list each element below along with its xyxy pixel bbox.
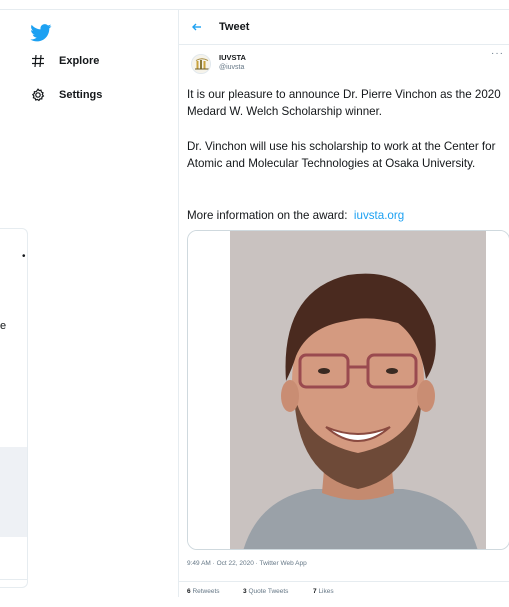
- page-title: Tweet: [219, 21, 250, 33]
- likes-count[interactable]: 7 Likes: [313, 588, 334, 595]
- tweet-column: Tweet IUVSTA @iuvsta ··· It is our pleas…: [178, 10, 509, 597]
- tweet-paragraph: Dr. Vinchon will use his scholarship to …: [187, 140, 496, 170]
- author-name[interactable]: IUVSTA: [219, 53, 246, 62]
- sidebar-item-label: Explore: [59, 55, 100, 67]
- retweets-count[interactable]: 6 Retweets: [187, 588, 220, 595]
- likes-number: 7: [313, 588, 317, 595]
- iuvsta-logo-icon: [192, 55, 210, 73]
- quote-label: Quote Tweets: [248, 588, 289, 595]
- twitter-bird-icon[interactable]: [30, 24, 52, 42]
- tweet-stats: 6 Retweets 3 Quote Tweets 7 Likes: [179, 581, 509, 604]
- gear-icon: [30, 87, 46, 103]
- tweet-meta: 9:49 AM · Oct 22, 2020 · Twitter Web App: [187, 560, 307, 567]
- panel-highlight-row: [0, 447, 27, 537]
- panel-text-fragment: e: [0, 320, 7, 332]
- tweet-paragraph: It is our pleasure to announce Dr. Pierr…: [187, 88, 501, 118]
- arrow-left-icon[interactable]: [191, 21, 203, 35]
- tweet-text: More information on the award:: [187, 209, 348, 222]
- tweet-source[interactable]: Twitter Web App: [260, 560, 307, 567]
- portrait-photo: [188, 231, 509, 549]
- tweet-paragraph: More information on the award: iuvsta.or…: [187, 207, 509, 224]
- quote-number: 3: [243, 588, 247, 595]
- retweets-number: 6: [187, 588, 191, 595]
- likes-label: Likes: [318, 588, 334, 595]
- author-handle[interactable]: @iuvsta: [219, 64, 244, 71]
- tweet-header: Tweet: [179, 10, 509, 45]
- panel-divider: [0, 579, 27, 580]
- sidebar-item-label: Settings: [59, 89, 103, 101]
- tweet-timestamp[interactable]: 9:49 AM · Oct 22, 2020: [187, 560, 254, 567]
- more-dots-icon[interactable]: ···: [491, 48, 504, 59]
- panel-dot: •: [22, 251, 26, 262]
- hashtag-icon: [30, 53, 46, 69]
- tweet-photo[interactable]: [187, 230, 509, 550]
- top-border: [0, 0, 509, 10]
- sidebar-item-settings[interactable]: Settings: [30, 87, 102, 103]
- background-panel: • e: [0, 228, 28, 588]
- retweets-label: Retweets: [192, 588, 220, 595]
- sidebar-item-explore[interactable]: Explore: [30, 53, 99, 69]
- award-link[interactable]: iuvsta.org: [354, 209, 404, 222]
- quote-tweets-count[interactable]: 3 Quote Tweets: [243, 588, 288, 595]
- avatar[interactable]: [191, 54, 211, 74]
